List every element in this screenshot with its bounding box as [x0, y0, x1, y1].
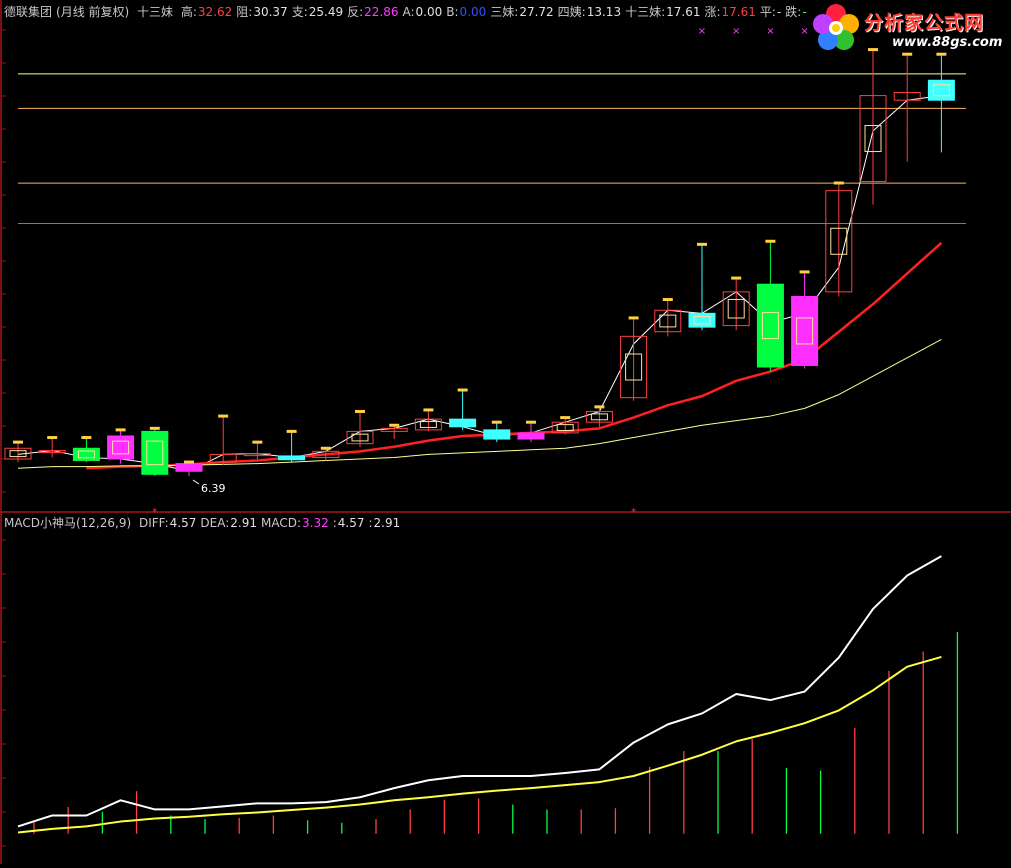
watermark-logo: 分析家公式网 www.88gs.com: [808, 2, 1008, 54]
moving-averages: [17, 95, 943, 472]
macd-item-label-1: DEA:: [200, 516, 230, 530]
x-marker-1: ×: [732, 26, 740, 37]
series-close_line: [17, 95, 942, 472]
header-item-value-7: 13.13: [586, 5, 622, 19]
candle-body-23: [791, 295, 819, 366]
macd-item-value-2: 3.32: [302, 516, 329, 530]
header-item-label-5: B:: [446, 5, 459, 19]
header-item-label-11: 跌:: [785, 5, 802, 19]
header-item-value-1: 30.37: [253, 5, 288, 19]
macd-item-value-1: 2.91: [230, 516, 257, 530]
header-item-label-9: 涨:: [704, 5, 721, 19]
candle-body-3: [107, 435, 135, 460]
header-item-value-0: 32.62: [197, 5, 233, 19]
header-item-label-0: 高:: [180, 5, 197, 19]
header-values: 高:32.62 阻:30.37 支:25.49 反:22.86 A:0.00 B:0.00…: [181, 5, 811, 19]
macd-item-value-4: 2.91: [373, 516, 401, 530]
header-item-value-2: 25.49: [308, 5, 344, 19]
period-label: (月线 前复权): [56, 5, 130, 19]
dea-line: [17, 655, 942, 834]
candle-body-22: [756, 283, 784, 368]
header-item-label-1: 阻:: [236, 5, 253, 19]
candles[interactable]: [4, 48, 955, 477]
x-marker-0: ×: [698, 26, 706, 37]
candle-body-15: [517, 432, 545, 440]
header-item-label-10: 平:: [759, 5, 776, 19]
candle-body-20: [688, 312, 716, 328]
candle-body-27: [927, 79, 955, 101]
header-item-label-6: 三妹:: [490, 5, 519, 19]
candle-body-4: [141, 430, 169, 475]
candle-body-8: [278, 455, 306, 461]
watermark-title: 分析家公式网: [864, 12, 985, 34]
red-marker-1: *: [631, 507, 636, 518]
header-item-value-10: -: [776, 5, 782, 19]
macd-values: DIFF:4.57 DEA:2.91 MACD:3.32:4.57:2.91: [139, 516, 404, 530]
macd-item-label-2: MACD:: [260, 516, 301, 530]
header-item-value-3: 22.86: [364, 5, 399, 19]
stock-name: 德联集团: [4, 5, 53, 19]
header-item-value-8: 17.61: [666, 5, 701, 19]
min-pointer: [192, 479, 200, 485]
flower-logo-icon: [813, 4, 859, 50]
header-item-label-7: 四姨:: [557, 5, 586, 19]
stock-chart[interactable]: × × × ×* *6.39: [0, 0, 1011, 864]
diff-line: [17, 555, 942, 828]
min-price-label: 6.39: [201, 482, 226, 495]
markers: × × × ×* *6.39: [152, 26, 808, 518]
x-marker-2: ×: [766, 26, 774, 37]
header-item-label-4: A:: [402, 5, 415, 19]
chart-stage[interactable]: × × × × * * 6.39 德联集团 (月线 前复权) 十三妹 高:32.62 阻:30.…: [0, 0, 1011, 864]
macd-panel[interactable]: [17, 555, 959, 834]
watermark-url: www.88gs.com: [892, 35, 1003, 50]
macd-item-label-0: DIFF:: [138, 516, 169, 530]
macd-item-value-0: 4.57: [169, 516, 197, 530]
header-item-label-3: 反:: [347, 5, 364, 19]
macd-item-label-3: :: [332, 516, 337, 530]
macd-item-label-4: :: [368, 516, 373, 530]
header-item-label-8: 十三妹:: [625, 5, 666, 19]
header-item-value-9: 17.61: [721, 5, 756, 19]
macd-header: MACD小神马(12,26,9) DIFF:4.57 DEA:2.91 MACD:3…: [4, 516, 408, 530]
candle-body-2: [72, 447, 100, 462]
macd-item-value-3: 4.57: [337, 516, 365, 530]
header-item-value-6: 27.72: [519, 5, 554, 19]
candle-body-14: [483, 429, 511, 440]
header-item-label-2: 支:: [291, 5, 308, 19]
candle-body-13: [449, 418, 477, 428]
main-header: 德联集团 (月线 前复权) 十三妹 高:32.62 阻:30.37 支:25.49 反:…: [4, 5, 815, 19]
header-item-value-11: -: [802, 5, 807, 19]
candle-body-5: [175, 463, 203, 472]
indicator-name: 十三妹: [137, 5, 174, 19]
macd-name: MACD小神马(12,26,9): [4, 516, 132, 530]
header-item-value-4: 0.00: [415, 5, 443, 19]
header-item-value-5: 0.00: [459, 5, 487, 19]
